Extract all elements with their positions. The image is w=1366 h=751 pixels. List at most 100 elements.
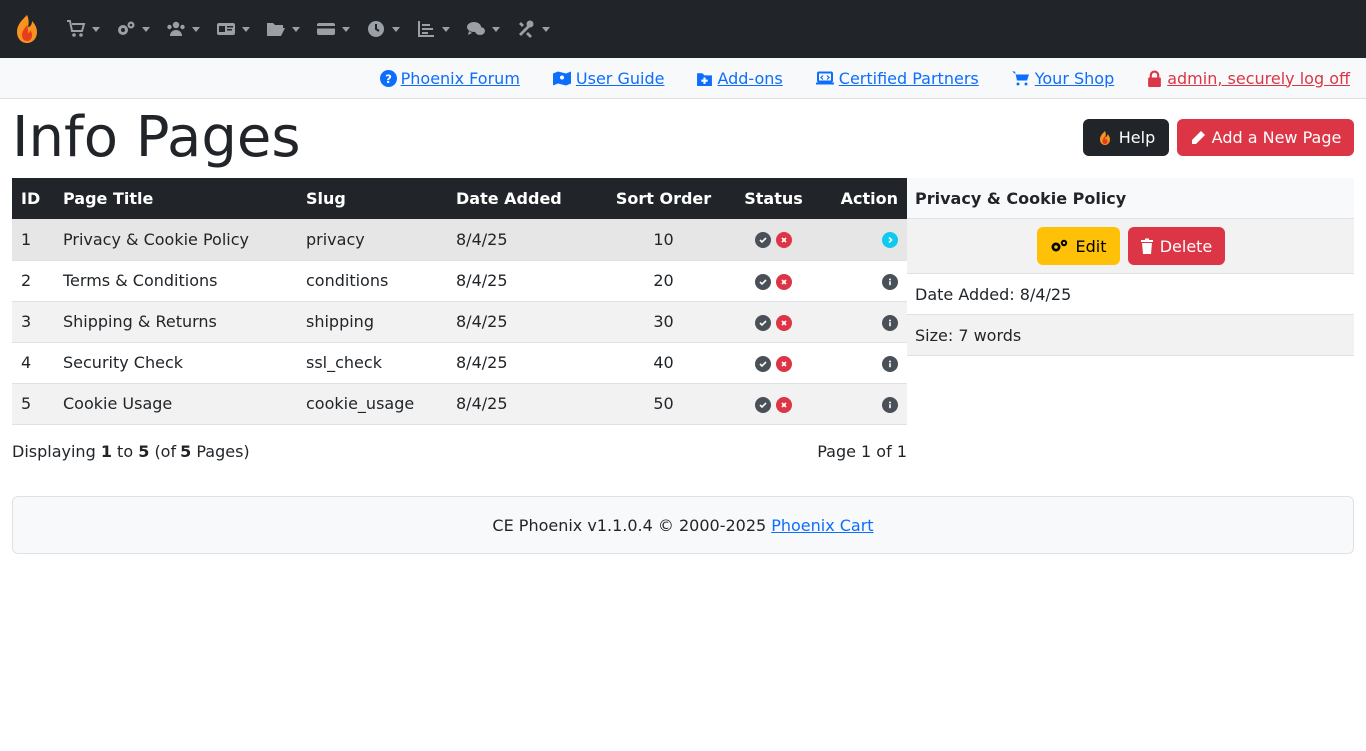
add-new-page-button[interactable]: Add a New Page — [1177, 119, 1354, 156]
menu-customers[interactable] — [166, 19, 200, 39]
display-total: 5 — [180, 442, 192, 461]
row-sort: 40 — [597, 342, 730, 384]
user-guide-link[interactable]: User Guide — [552, 69, 664, 88]
row-status — [730, 342, 817, 384]
menu-communication[interactable] — [466, 19, 500, 39]
status-inactive-x-icon[interactable] — [776, 396, 792, 413]
add-ons-label: Add-ons — [717, 68, 783, 88]
status-active-check-icon[interactable] — [755, 232, 771, 249]
table-row[interactable]: 4 Security Check ssl_check 8/4/25 40 — [12, 342, 907, 384]
cart-icon — [67, 20, 86, 37]
status-inactive-x-icon[interactable] — [776, 314, 792, 331]
status-active-check-icon[interactable] — [755, 314, 771, 331]
chevron-right-circle-icon[interactable] — [882, 232, 898, 249]
certified-partners-link[interactable]: Certified Partners — [815, 69, 979, 88]
panel-actions: Edit Delete — [907, 219, 1354, 274]
menu-tools[interactable] — [516, 19, 550, 39]
col-date-added: Date Added — [447, 178, 597, 219]
row-title: Privacy & Cookie Policy — [54, 219, 297, 261]
info-circle-icon[interactable] — [882, 355, 898, 372]
menu-localization[interactable] — [216, 19, 250, 39]
row-sort: 10 — [597, 219, 730, 261]
add-new-page-label: Add a New Page — [1211, 128, 1342, 147]
table-row[interactable]: 5 Cookie Usage cookie_usage 8/4/25 50 — [12, 383, 907, 425]
menu-payment[interactable] — [316, 19, 350, 39]
row-date: 8/4/25 — [447, 260, 597, 302]
page-info-panel: Privacy & Cookie Policy Edit Delete Date… — [907, 178, 1354, 356]
table-row[interactable]: 2 Terms & Conditions conditions 8/4/25 2… — [12, 260, 907, 302]
status-inactive-x-icon[interactable] — [776, 355, 792, 372]
row-id: 5 — [12, 383, 54, 425]
phoenix-logo[interactable] — [10, 12, 44, 46]
panel-title: Privacy & Cookie Policy — [907, 178, 1354, 219]
edit-label: Edit — [1075, 236, 1107, 256]
pencil-icon — [1191, 130, 1205, 144]
row-action — [817, 260, 907, 302]
menu-modules[interactable] — [266, 19, 300, 39]
edit-button[interactable]: Edit — [1036, 227, 1120, 265]
page-number: Page 1 of 1 — [817, 442, 907, 461]
status-active-check-icon[interactable] — [755, 396, 771, 413]
your-shop-label: Your Shop — [1034, 68, 1115, 88]
help-button[interactable]: Help — [1083, 119, 1169, 156]
help-label: Help — [1118, 128, 1156, 147]
menu-reports[interactable] — [416, 19, 450, 39]
table-row[interactable]: 3 Shipping & Returns shipping 8/4/25 30 — [12, 301, 907, 343]
display-of-prefix: (of — [154, 442, 177, 461]
status-inactive-x-icon[interactable] — [776, 273, 792, 290]
row-action — [817, 342, 907, 384]
phoenix-forum-link[interactable]: ? Phoenix Forum — [379, 69, 520, 88]
status-active-check-icon[interactable] — [755, 355, 771, 372]
cart-icon — [1011, 71, 1029, 85]
credit-card-icon — [317, 23, 335, 35]
info-circle-icon[interactable] — [882, 273, 898, 290]
info-pages-table: ID Page Title Slug Date Added Sort Order… — [12, 178, 907, 425]
log-off-label: admin, securely log off — [1167, 68, 1350, 88]
info-circle-icon[interactable] — [882, 396, 898, 413]
status-inactive-x-icon[interactable] — [776, 232, 792, 249]
chevron-down-icon — [192, 26, 200, 32]
chevron-down-icon — [342, 26, 350, 32]
table-row[interactable]: 1 Privacy & Cookie Policy privacy 8/4/25… — [12, 219, 907, 261]
row-date: 8/4/25 — [447, 383, 597, 425]
delete-button[interactable]: Delete — [1127, 227, 1225, 265]
tools-icon — [519, 20, 534, 38]
display-to-word: to — [117, 442, 134, 461]
page-header: Info Pages Help Add a New Page — [0, 99, 1366, 178]
gears-icon — [1051, 239, 1067, 252]
chevron-down-icon — [442, 26, 450, 32]
folder-open-icon — [267, 23, 285, 36]
row-slug: shipping — [297, 301, 447, 343]
row-status — [730, 301, 817, 343]
page-title: Info Pages — [12, 105, 301, 170]
info-circle-icon[interactable] — [882, 314, 898, 331]
row-status — [730, 219, 817, 261]
row-id: 4 — [12, 342, 54, 384]
col-slug: Slug — [297, 178, 447, 219]
trash-icon — [1140, 238, 1153, 254]
top-navbar — [0, 0, 1366, 58]
laptop-code-icon — [815, 71, 834, 84]
status-active-check-icon[interactable] — [755, 273, 771, 290]
menu-catalog[interactable] — [66, 19, 100, 39]
display-to: 5 — [138, 442, 150, 461]
row-id: 3 — [12, 301, 54, 343]
row-slug: cookie_usage — [297, 383, 447, 425]
row-sort: 50 — [597, 383, 730, 425]
your-shop-link[interactable]: Your Shop — [1011, 69, 1114, 88]
menu-configuration[interactable] — [116, 19, 150, 39]
phoenix-cart-link[interactable]: Phoenix Cart — [771, 516, 873, 535]
chevron-down-icon — [392, 26, 400, 32]
plus-square-icon — [697, 72, 713, 86]
add-ons-link[interactable]: Add-ons — [696, 68, 783, 88]
log-off-link[interactable]: admin, securely log off — [1146, 69, 1350, 88]
row-slug: ssl_check — [297, 342, 447, 384]
clock-icon — [368, 21, 384, 37]
users-icon — [167, 21, 185, 36]
chevron-down-icon — [142, 26, 150, 32]
row-action — [817, 219, 907, 261]
col-page-title: Page Title — [54, 178, 297, 219]
display-of-suffix: Pages) — [196, 442, 250, 461]
row-id: 1 — [12, 219, 54, 261]
menu-history[interactable] — [366, 19, 400, 39]
